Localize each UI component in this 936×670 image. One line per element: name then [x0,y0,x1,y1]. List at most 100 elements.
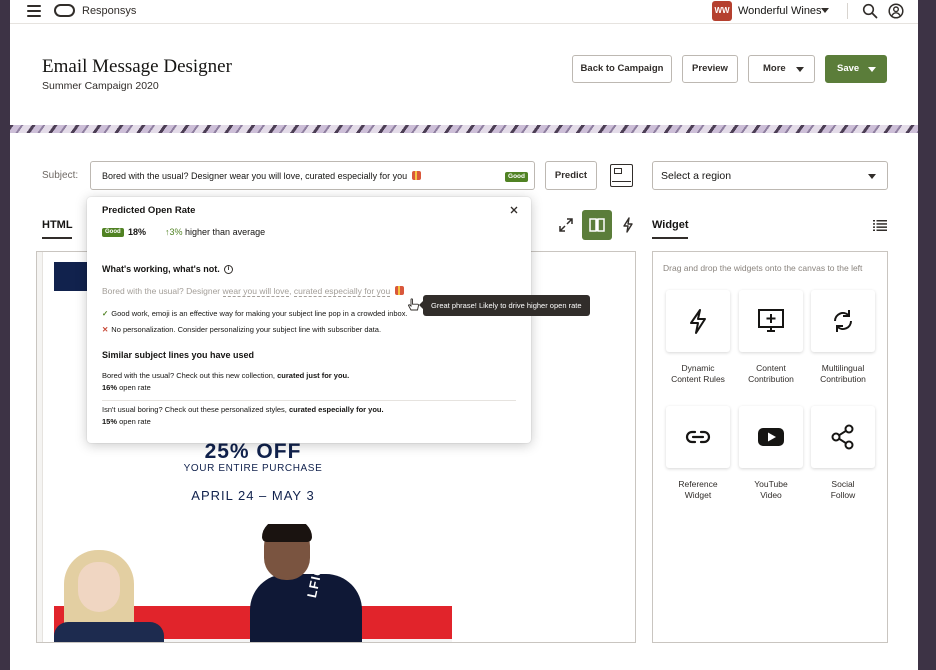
more-button[interactable]: More [748,55,815,83]
cross-icon: ✕ [102,325,109,334]
phrase-tooltip: Great phrase! Likely to drive higher ope… [419,295,590,316]
widget-label-line: Multilingual [821,363,865,373]
account-name[interactable]: Wonderful Wines [738,5,822,17]
similar-text: Bored with the usual? Check out this new… [102,371,278,380]
similar-rate-label: open rate [119,383,151,392]
similar-rate-label: open rate [119,417,151,426]
brand-name: Responsys [82,5,137,17]
model-body [54,622,164,642]
highlighted-phrase[interactable]: wear you will love [222,286,290,297]
widget-label-line: Social [831,479,855,489]
chevron-down-icon[interactable] [821,8,829,13]
highlighted-phrase[interactable]: curated especially for you [293,286,391,297]
delta-percent: 3% [169,227,183,237]
gift-emoji-icon [394,286,404,295]
menu-icon[interactable] [27,5,41,17]
subject-label: Subject: [42,170,79,181]
bolt-icon[interactable] [621,217,635,233]
working-heading: What's working, what's not. [102,264,220,274]
share-icon [831,424,854,450]
similar-rate-value: 15% [102,417,118,426]
open-rate-delta: ↑3% higher than average [165,227,265,237]
similar-subject-line: Isn't usual boring? Check out these pers… [102,405,384,414]
region-select-value: Select a region [661,170,732,182]
book-icon [589,218,605,232]
oracle-logo-icon [54,4,75,17]
region-select[interactable]: Select a region [652,161,888,190]
feedback-text: No personalization. Consider personalizi… [111,325,382,334]
subject-input[interactable]: Bored with the usual? Designer wear you … [90,161,535,190]
layout-preview-icon[interactable] [610,164,633,187]
widget-panel: Drag and drop the widgets onto the canva… [652,251,888,643]
expand-icon[interactable] [558,217,574,233]
widget-label: Social Follow [798,479,888,501]
check-icon: ✓ [102,309,109,318]
promo-dates: APRIL 24 – MAY 3 [191,488,315,503]
good-badge: Good [505,172,528,182]
refresh-icon [834,310,852,332]
link-icon [685,430,711,444]
widget-reference-widget[interactable] [666,406,730,468]
preview-button[interactable]: Preview [682,55,738,83]
info-icon[interactable]: i [224,265,233,274]
youtube-icon [758,428,784,446]
subject-fragment: Bored with the usual? Designer [102,286,223,296]
good-badge: Good [102,228,124,237]
divider [102,400,516,401]
chevron-down-icon [796,67,804,72]
active-tab-indicator [652,237,688,239]
save-label: Save [837,63,860,74]
subject-value: Bored with the usual? Designer wear you … [102,171,408,181]
decorative-banner [10,125,918,133]
active-tab-indicator [42,237,72,239]
save-button[interactable]: Save [825,55,887,83]
widget-multilingual-contribution[interactable] [811,290,875,352]
similar-text-bold: curated just for you. [277,371,350,380]
feedback-text: Good work, emoji is an effective way for… [111,309,408,318]
chevron-down-icon [868,174,876,179]
similar-open-rate: 16% open rate [102,383,151,392]
similar-open-rate: 15% open rate [102,417,151,426]
tab-widget[interactable]: Widget [652,219,689,231]
predict-button[interactable]: Predict [545,161,597,190]
feedback-positive: ✓ Good work, emoji is an effective way fo… [102,309,408,318]
monitor-plus-icon [758,309,784,332]
widget-label-line: Contribution [820,374,866,384]
page-title: Email Message Designer [42,56,232,77]
similar-text-bold: curated especially for you. [288,405,384,414]
top-bar: Responsys WW Wonderful Wines [10,0,918,24]
promo-photo: LFIGER [54,524,452,642]
widget-label: Multilingual Contribution [798,363,888,385]
chevron-down-icon [868,67,876,72]
widget-dynamic-content-rules[interactable] [666,290,730,352]
hand-cursor-icon [408,298,419,311]
widget-content-contribution[interactable] [739,290,803,352]
list-view-icon[interactable] [873,219,887,231]
open-rate-value: 18% [128,227,147,237]
tab-html[interactable]: HTML [42,219,73,231]
user-icon[interactable] [888,3,904,19]
widget-label-line: Follow [830,490,856,500]
search-icon[interactable] [862,3,878,19]
book-button[interactable] [582,210,612,240]
predicted-open-rate-popover: Predicted Open Rate Good 18% ↑3% higher … [87,197,531,443]
page-subtitle: Summer Campaign 2020 [42,80,159,92]
similar-heading: Similar subject lines you have used [102,350,255,360]
model-hair [262,524,312,542]
model-face [78,562,120,612]
close-icon[interactable] [509,205,519,215]
canvas-ruler [37,252,43,642]
widget-social-follow[interactable] [811,406,875,468]
popover-title: Predicted Open Rate [102,205,196,216]
widget-hint: Drag and drop the widgets onto the canva… [663,263,863,273]
divider [847,3,848,19]
similar-subject-line: Bored with the usual? Check out this new… [102,371,349,380]
account-avatar[interactable]: WW [712,1,732,21]
similar-text: Isn't usual boring? Check out these pers… [102,405,289,414]
gift-emoji-icon [411,171,421,180]
back-to-campaign-button[interactable]: Back to Campaign [572,55,672,83]
widget-youtube-video[interactable] [739,406,803,468]
promo-offer: 25% OFF [204,440,302,463]
email-logo [54,262,88,291]
bolt-icon [690,309,706,334]
